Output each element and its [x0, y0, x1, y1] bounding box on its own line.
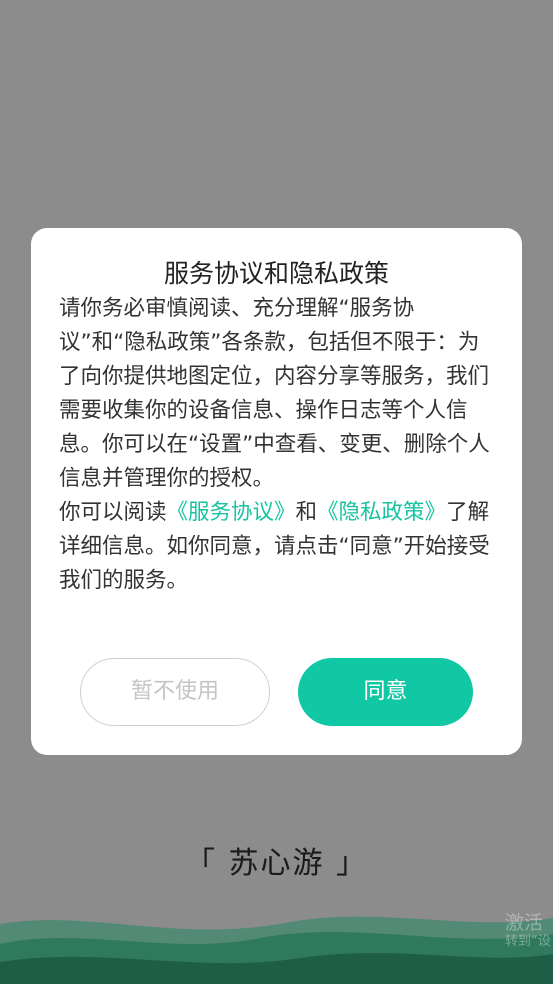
decline-button[interactable]: 暂不使用	[80, 658, 270, 726]
activation-watermark: 激活 转到“设	[505, 912, 553, 950]
dialog-paragraph-1: 请你务必审慎阅读、充分理解“服务协议”和“隐私政策”各条款，包括但不限于：为了向…	[59, 296, 490, 491]
privacy-dialog: 服务协议和隐私政策 请你务必审慎阅读、充分理解“服务协议”和“隐私政策”各条款，…	[31, 228, 522, 755]
privacy-policy-link[interactable]: 《隐私政策》	[317, 500, 446, 525]
watermark-line-1: 激活	[505, 912, 544, 934]
dialog-body: 请你务必审慎阅读、充分理解“服务协议”和“隐私政策”各条款，包括但不限于：为了向…	[59, 292, 494, 598]
service-agreement-link[interactable]: 《服务协议》	[167, 500, 296, 525]
brand-logo-text: 「 苏心游 」	[184, 846, 369, 881]
agree-button[interactable]: 同意	[298, 658, 473, 726]
paragraph-2-and: 和	[295, 500, 318, 525]
dialog-paragraph-2: 你可以阅读《服务协议》和《隐私政策》了解详细信息。如你同意，请点击“同意”开始接…	[59, 496, 494, 598]
dialog-title: 服务协议和隐私政策	[163, 259, 389, 288]
watermark-line-2: 转到“设	[505, 934, 551, 949]
hills-decoration	[0, 916, 553, 984]
paragraph-2-prefix: 你可以阅读	[59, 500, 167, 525]
